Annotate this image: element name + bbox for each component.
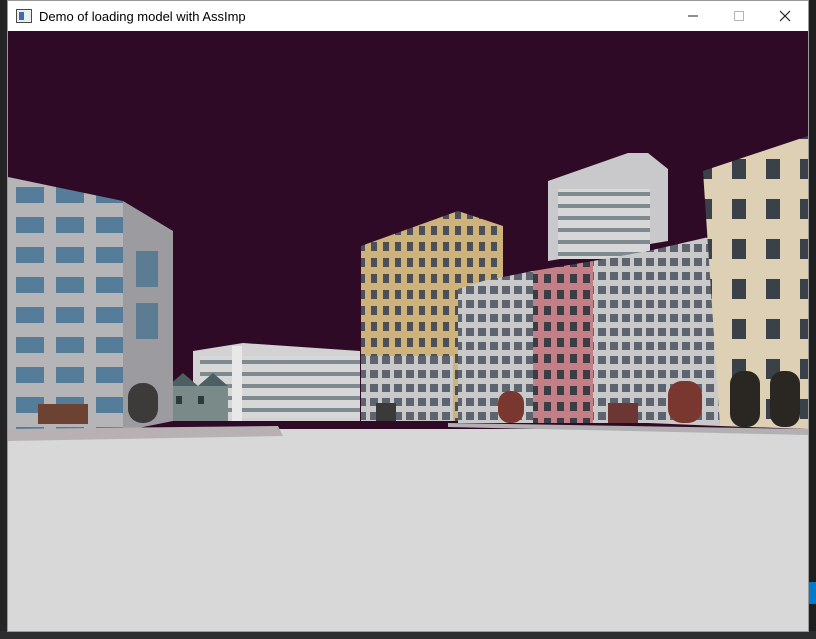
close-icon — [779, 10, 791, 22]
close-button[interactable] — [762, 1, 808, 31]
maximize-icon — [734, 11, 744, 21]
background-editor-accent — [808, 582, 816, 604]
cream-building — [703, 136, 808, 429]
window-title: Demo of loading model with AssImp — [39, 8, 246, 24]
minimize-icon — [688, 15, 698, 17]
window-controls — [670, 1, 808, 31]
title-bar[interactable]: Demo of loading model with AssImp — [8, 1, 808, 31]
background-editor-bottom — [0, 631, 816, 639]
ground-plane — [8, 429, 808, 631]
app-icon — [16, 9, 32, 23]
maximize-button[interactable] — [716, 1, 762, 31]
app-window: Demo of loading model with AssImp — [7, 0, 809, 632]
city-scene — [8, 31, 808, 631]
render-viewport[interactable] — [8, 31, 808, 631]
minimize-button[interactable] — [670, 1, 716, 31]
background-editor-right — [808, 0, 816, 639]
